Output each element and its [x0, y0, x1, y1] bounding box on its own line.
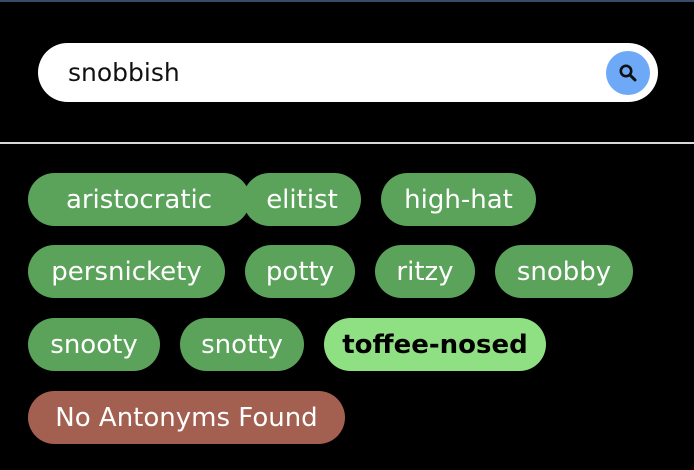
- synonym-tag-elitist[interactable]: elitist: [243, 173, 361, 226]
- synonym-tag-snobby[interactable]: snobby: [495, 245, 633, 298]
- synonym-tag-aristocratic[interactable]: aristocratic: [28, 173, 250, 226]
- synonym-tag-persnickety[interactable]: persnickety: [28, 245, 225, 298]
- synonym-tag-snooty[interactable]: snooty: [28, 318, 160, 371]
- synonym-tag-list: aristocratic elitist high-hat persnicket…: [0, 0, 694, 470]
- synonym-tag-toffee-nosed[interactable]: toffee-nosed: [324, 318, 546, 371]
- synonym-tag-ritzy[interactable]: ritzy: [375, 245, 475, 298]
- synonym-tag-snotty[interactable]: snotty: [180, 318, 304, 371]
- antonym-empty-badge: No Antonyms Found: [28, 391, 345, 444]
- synonym-tag-high-hat[interactable]: high-hat: [381, 173, 536, 226]
- synonym-tag-potty[interactable]: potty: [245, 245, 355, 298]
